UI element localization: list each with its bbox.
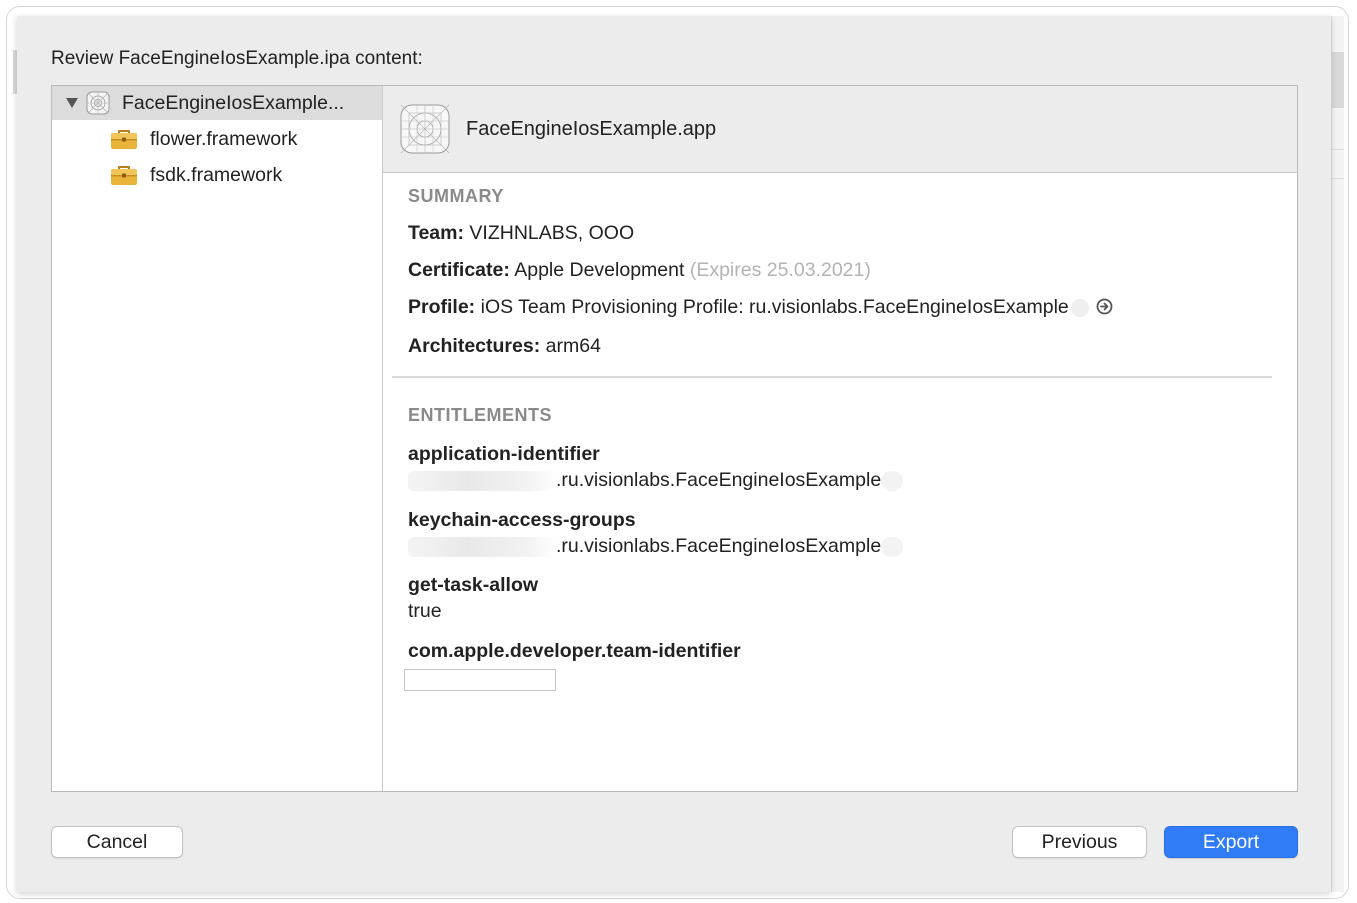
tree-item-flower-framework[interactable]: flower.framework [52,122,382,156]
app-icon [86,91,110,115]
summary-architectures-row: Architectures: arm64 [408,335,601,358]
redacted-team-identifier [404,669,556,691]
architectures-value: arm64 [545,335,601,357]
detail-pane: FaceEngineIosExample.app SUMMARY Team: V… [383,86,1297,791]
entitlement-key: keychain-access-groups [408,509,636,531]
content-box: FaceEngineIosExample... flower.framework [51,85,1298,792]
certificate-value: Apple Development [514,259,685,281]
review-title: Review FaceEngineIosExample.ipa content: [51,48,423,69]
section-divider [392,376,1272,378]
entitlements-section-title: ENTITLEMENTS [408,405,552,425]
certificate-key: Certificate: [408,259,510,281]
tree-item-label: fsdk.framework [150,163,283,186]
redacted-text [881,536,904,557]
cancel-button[interactable]: Cancel [51,826,183,858]
disclosure-triangle-icon[interactable] [66,98,78,108]
tree-item-app[interactable]: FaceEngineIosExample... [52,86,382,120]
entitlement-value: true [408,600,442,622]
certificate-expires: (Expires 25.03.2021) [689,259,871,281]
redacted-text [881,470,904,491]
summary-certificate-row: Certificate: Apple Development (Expires … [408,259,871,282]
entitlement-key: application-identifier [408,443,600,465]
redacted-text [408,470,556,491]
export-review-sheet: Review FaceEngineIosExample.ipa content:… [17,16,1331,892]
profile-key: Profile: [408,296,476,318]
tree-item-fsdk-framework[interactable]: fsdk.framework [52,158,382,192]
summary-profile-row: Profile: iOS Team Provisioning Profile: … [408,296,1113,319]
entitlement-key: get-task-allow [408,574,539,596]
team-value: VIZHNLABS, OOO [469,222,635,244]
app-icon [400,104,450,154]
detail-header-title: FaceEngineIosExample.app [466,117,717,140]
background-window-strip [1331,16,1344,892]
profile-value: iOS Team Provisioning Profile: ru.vision… [480,296,1069,318]
framework-folder-icon [111,166,137,185]
architectures-key: Architectures: [408,335,541,357]
summary-team-row: Team: VIZHNLABS, OOO [408,222,634,245]
entitlement-value: .ru.visionlabs.FaceEngineIosExample [408,535,904,558]
framework-folder-icon [111,130,137,149]
go-to-arrow-icon[interactable] [1096,298,1113,315]
detail-header: FaceEngineIosExample.app [383,86,1297,173]
entitlement-value: .ru.visionlabs.FaceEngineIosExample [408,469,904,492]
tree-item-label: FaceEngineIosExample... [122,91,345,114]
content-tree-sidebar: FaceEngineIosExample... flower.framework [52,86,383,791]
previous-button[interactable]: Previous [1012,826,1147,858]
redacted-text [1070,298,1089,317]
summary-section-title: SUMMARY [408,186,504,206]
entitlement-key: com.apple.developer.team-identifier [408,640,741,662]
redacted-text [408,536,556,557]
tree-item-label: flower.framework [150,127,298,150]
team-key: Team: [408,222,464,244]
export-button[interactable]: Export [1164,826,1298,858]
